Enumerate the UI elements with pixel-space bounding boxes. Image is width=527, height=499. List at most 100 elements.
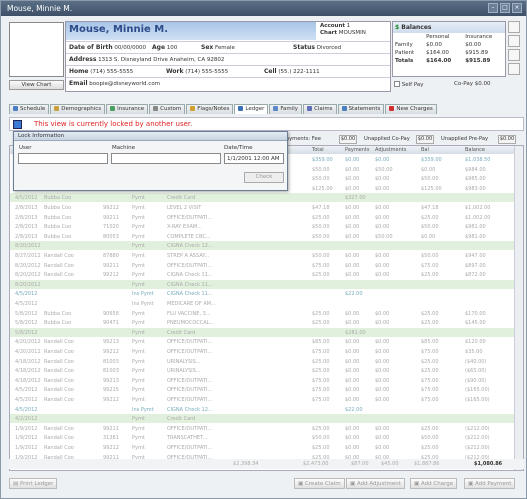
- table-cell: $25.00: [312, 272, 330, 279]
- table-cell: $0.00: [375, 310, 390, 317]
- unapplied-prepay-button[interactable]: $0.00: [498, 135, 516, 144]
- table-row[interactable]: 8/20/2012 Randall Coo 99212 Pymt CIGNA Check…: [10, 270, 515, 279]
- table-row[interactable]: 4/5/2012 Bubba Coo Pymt Credit Card $327.00: [10, 193, 515, 203]
- unapplied-copay-button[interactable]: $0.00: [416, 135, 434, 144]
- email-value[interactable]: boopie@disneyworld.com: [89, 81, 160, 87]
- tab-statements[interactable]: Statements: [337, 104, 385, 114]
- side-button-icon[interactable]: [508, 49, 520, 61]
- tab-new-charges[interactable]: New Charges: [385, 104, 437, 114]
- table-row[interactable]: 4/5/2012 Randall Coo 99215 Pymt OFFICE/OUTPA…: [10, 385, 515, 394]
- table-cell: $50.00: [421, 224, 439, 231]
- minimize-icon[interactable]: –: [488, 3, 498, 13]
- table-row[interactable]: 4/20/2012 Randall Coo 99212 Pymt OFFICE/OUTP…: [10, 347, 515, 356]
- balance-row-label: Patient: [395, 50, 415, 56]
- table-row[interactable]: 2/8/2013 Bubba Coo 80053 Pymt COMPLETE CBC..…: [10, 232, 515, 241]
- table-row[interactable]: 4/18/2012 Randall Coo 81003 Pymt URINALYSIS.…: [10, 366, 515, 375]
- table-row[interactable]: 2/8/2013 Bubba Coo 99211 Pymt OFFICE/OUTPATI…: [10, 213, 515, 222]
- table-row[interactable]: 8/27/2012 Randall Coo 87880 Pymt STREP A ASS…: [10, 251, 515, 260]
- tab-claims[interactable]: Claims: [303, 104, 337, 114]
- work-value: (714) 555-5555: [185, 69, 229, 75]
- table-row[interactable]: 5/8/2012 Bubba Coo 90658 Pymt FLU VACCINE, 3…: [10, 309, 515, 318]
- add-payment-button[interactable]: ▣ Add Payment: [464, 478, 516, 489]
- self-pay-checkbox[interactable]: [394, 81, 400, 87]
- tab-ledger[interactable]: Ledger: [234, 104, 269, 114]
- tab-label: Custom: [160, 106, 182, 112]
- balances-col-insurance: Insurance: [465, 34, 493, 40]
- column-header[interactable]: Total: [312, 147, 324, 153]
- ledger-scrollbar[interactable]: [514, 146, 523, 470]
- patient-name: Mouse, Minnie M.: [66, 22, 316, 40]
- column-header[interactable]: Adjustments: [375, 147, 406, 153]
- table-row[interactable]: 8/20/2012 Pymt CIGNA Check 11...: [10, 279, 515, 289]
- table-row[interactable]: 1/9/2012 Randall Coo 99211 Pymt OFFICE/OUTPA…: [10, 424, 515, 433]
- user-field[interactable]: [18, 153, 108, 164]
- tab-insurance[interactable]: Insurance: [106, 104, 149, 114]
- print-ledger-button[interactable]: ▤ Print Ledger: [9, 478, 58, 489]
- table-cell: $25.00: [312, 310, 330, 317]
- table-row[interactable]: 4/2/2012 Pymt Credit Card: [10, 414, 515, 424]
- table-row[interactable]: 4/5/2012 Ins Pymt CIGNA Check 11... $22.00: [10, 289, 515, 298]
- create-claim-button[interactable]: ▣ Create Claim: [294, 478, 345, 489]
- table-cell: $0.00: [345, 176, 360, 183]
- table-row[interactable]: 2/8/2013 Bubba Coo 99212 Pymt LEVEL 2 VISIT $…: [10, 203, 515, 212]
- table-cell: $0.00: [375, 445, 390, 451]
- table-row[interactable]: 1/9/2012 Randall Coo 99212 Pymt OFFICE/OUTPA…: [10, 443, 515, 452]
- datetime-field[interactable]: 1/1/2001 12:00 AM: [224, 153, 284, 164]
- side-button-icon[interactable]: [508, 35, 520, 47]
- check-button[interactable]: Check: [244, 172, 284, 183]
- ledger-filters: Payments: Fee $0.00 Unapplied Co-Pay $0.…: [283, 135, 524, 145]
- table-cell: URINALYSIS...: [167, 358, 201, 365]
- tab-demographics[interactable]: Demographics: [50, 104, 106, 114]
- table-cell: $0.00: [375, 425, 390, 432]
- table-row[interactable]: 2/8/2013 Bubba Coo 71020 Pymt X-RAY EXAM... $…: [10, 222, 515, 231]
- table-cell: $0.00: [345, 253, 360, 259]
- add-adjustment-button[interactable]: ▣ Add Adjustment: [346, 478, 405, 489]
- side-button-icon[interactable]: [508, 63, 520, 75]
- table-row[interactable]: 4/5/2012 Ins Pymt CIGNA Check 12... $22.00: [10, 405, 515, 414]
- sex-value: Female: [215, 45, 235, 51]
- table-cell: Pymt: [132, 310, 145, 317]
- table-row[interactable]: 8/20/2012 Randall Coo 99211 Pymt OFFICE/OUTP…: [10, 261, 515, 270]
- table-row[interactable]: 4/20/2012 Randall Coo 99213 Pymt OFFICE/OUTP…: [10, 337, 515, 346]
- table-cell: 1/9/2012: [15, 435, 38, 442]
- tab-label: Demographics: [61, 106, 102, 112]
- add-charge-button[interactable]: ▣ Add Charge: [410, 478, 458, 489]
- table-cell: $0.00: [345, 157, 360, 163]
- table-row[interactable]: 8/20/2012 Pymt CIGNA Check 12...: [10, 241, 515, 251]
- view-chart-button[interactable]: View Chart: [9, 80, 64, 90]
- table-row[interactable]: 5/8/2012 Pymt Credit Card $281.00: [10, 327, 515, 337]
- table-cell: $47.18: [312, 205, 330, 211]
- table-cell: $22.00: [345, 406, 363, 413]
- table-cell: 99213: [103, 377, 119, 384]
- column-header[interactable]: Payments: [345, 147, 370, 153]
- tab-flags-notes[interactable]: Flags/Notes: [186, 104, 234, 114]
- machine-field[interactable]: [111, 153, 221, 164]
- table-row[interactable]: 5/8/2012 Bubba Coo 90471 Pymt PNEUMOCOCCAL..…: [10, 318, 515, 327]
- side-button-icon[interactable]: [508, 21, 520, 33]
- table-cell: Pymt: [132, 358, 145, 365]
- table-row[interactable]: 4/5/2012 Ins Pymt MEDICARE OF AM...: [10, 299, 515, 308]
- maximize-icon[interactable]: □: [500, 3, 510, 13]
- table-row[interactable]: 1/9/2012 Randall Coo 31381 Pymt TRANSCATHET.…: [10, 433, 515, 442]
- column-header[interactable]: Bal: [421, 147, 429, 153]
- tab-label: Claims: [314, 106, 333, 112]
- close-icon[interactable]: ×: [512, 3, 522, 13]
- column-header[interactable]: Balance: [465, 147, 485, 153]
- table-cell: Ins Pymt: [132, 291, 154, 298]
- machine-label: Machine: [112, 145, 136, 151]
- tab-family[interactable]: Family: [269, 104, 303, 114]
- table-cell: Pymt: [132, 435, 145, 442]
- tab-custom[interactable]: Custom: [149, 104, 186, 114]
- payments-filter-button[interactable]: $0.00: [339, 135, 357, 144]
- table-cell: CIGNA Check 12...: [167, 243, 213, 250]
- table-row[interactable]: 4/18/2012 Randall Coo 81003 Pymt URINALYSIS.…: [10, 357, 515, 366]
- table-row[interactable]: 4/5/2012 Randall Coo 99212 Pymt OFFICE/OUTPA…: [10, 395, 515, 404]
- ledger-grid: Total Payments Adjustments Bal Balance $…: [9, 145, 524, 471]
- tab-schedule[interactable]: Schedule: [9, 104, 50, 114]
- table-cell: $0.00: [375, 253, 390, 259]
- total-value: $1,887.86: [414, 461, 440, 467]
- table-row[interactable]: 4/18/2012 Randall Coo 99213 Pymt OFFICE/OUTP…: [10, 376, 515, 385]
- balances-col-personal: Personal: [426, 34, 450, 40]
- adjust-icon: ▣: [350, 481, 356, 487]
- table-cell: 81003: [103, 358, 119, 365]
